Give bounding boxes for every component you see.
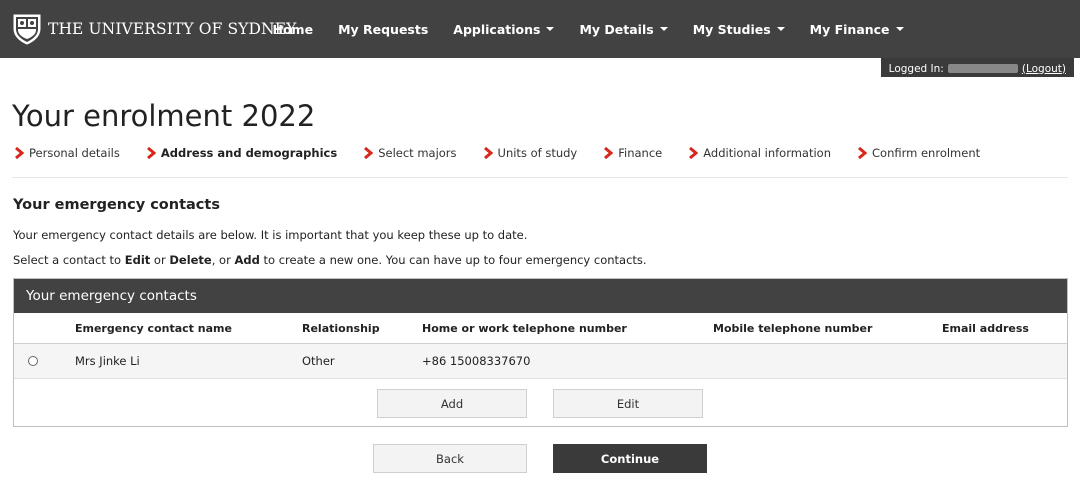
step-units-of-study[interactable]: Units of study: [483, 146, 578, 160]
chevron-down-icon: [546, 27, 555, 31]
contact-name: Mrs Jinke Li: [75, 354, 140, 368]
column-header-mobile: Mobile telephone number: [713, 322, 873, 335]
main-nav: Home My Requests Applications My Details…: [260, 0, 916, 58]
nav-my-requests-label: My Requests: [338, 21, 429, 37]
column-header-home-phone: Home or work telephone number: [422, 322, 627, 335]
nav-my-studies[interactable]: My Studies: [680, 22, 797, 37]
nav-home[interactable]: Home: [260, 22, 326, 37]
step-label: Address and demographics: [160, 146, 338, 160]
step-select-majors[interactable]: Select majors: [363, 146, 457, 160]
column-header-name: Emergency contact name: [75, 322, 232, 335]
column-header-relationship: Relationship: [302, 322, 380, 335]
logged-in-label: Logged In:: [888, 62, 944, 75]
chevron-down-icon: [895, 27, 904, 31]
step-arrow-icon: [146, 147, 156, 159]
step-label: Personal details: [29, 146, 120, 160]
step-arrow-icon: [364, 147, 374, 159]
instruction-text: or: [150, 253, 170, 267]
step-label: Select majors: [378, 146, 457, 160]
panel-heading: Your emergency contacts: [14, 279, 1067, 313]
step-label: Additional information: [703, 146, 831, 160]
nav-my-studies-label: My Studies: [692, 21, 771, 37]
nav-applications-label: Applications: [453, 21, 541, 37]
chevron-down-icon: [659, 27, 668, 31]
nav-my-details[interactable]: My Details: [567, 22, 680, 37]
step-arrow-icon: [858, 147, 867, 159]
edit-contact-button[interactable]: Edit: [553, 389, 703, 418]
table-header: Emergency contact name Relationship Home…: [14, 313, 1067, 344]
instruction-text: to create a new one. You can have up to …: [259, 253, 647, 267]
table-row[interactable]: Mrs Jinke Li Other +86 15008337670: [14, 344, 1067, 379]
university-logo[interactable]: THE UNIVERSITY OF SYDNEY: [12, 12, 296, 46]
step-label: Confirm enrolment: [872, 146, 981, 160]
nav-my-finance[interactable]: My Finance: [797, 22, 916, 37]
step-arrow-icon: [15, 147, 24, 159]
contact-relationship: Other: [302, 354, 335, 368]
contact-select-radio[interactable]: [28, 356, 38, 366]
nav-my-details-label: My Details: [579, 21, 654, 37]
step-confirm-enrolment[interactable]: Confirm enrolment: [857, 146, 980, 160]
top-navigation-bar: THE UNIVERSITY OF SYDNEY Home My Request…: [0, 0, 1080, 58]
step-label: Finance: [618, 146, 663, 160]
nav-my-finance-label: My Finance: [809, 21, 890, 37]
step-arrow-icon: [689, 147, 699, 159]
step-arrow-icon: [483, 147, 493, 159]
step-label: Units of study: [497, 146, 578, 160]
chevron-down-icon: [776, 27, 785, 31]
contact-home-phone: +86 15008337670: [422, 354, 531, 368]
instruction-edit: Edit: [124, 253, 151, 267]
back-button[interactable]: Back: [373, 444, 527, 473]
section-instruction: Select a contact to Edit or Delete, or A…: [13, 253, 647, 267]
nav-home-label: Home: [272, 21, 314, 37]
step-address-and-demographics[interactable]: Address and demographics: [146, 146, 337, 160]
instruction-text: Select a contact to: [13, 253, 125, 267]
page-title: Your enrolment 2022: [12, 99, 316, 133]
column-header-email: Email address: [942, 322, 1029, 335]
nav-applications[interactable]: Applications: [441, 22, 567, 37]
instruction-add: Add: [234, 253, 260, 267]
continue-button[interactable]: Continue: [553, 444, 707, 473]
step-finance[interactable]: Finance: [603, 146, 662, 160]
instruction-text: , or: [211, 253, 235, 267]
nav-my-requests[interactable]: My Requests: [326, 22, 441, 37]
add-contact-button[interactable]: Add: [377, 389, 527, 418]
login-status: Logged In: (Logout): [880, 58, 1074, 77]
enrolment-steps: Personal details Address and demographic…: [14, 144, 1006, 162]
emergency-contacts-panel: Your emergency contacts Emergency contac…: [13, 278, 1068, 427]
step-additional-information[interactable]: Additional information: [688, 146, 831, 160]
logout-link[interactable]: (Logout): [1022, 63, 1066, 75]
step-personal-details[interactable]: Personal details: [14, 146, 120, 160]
university-crest-icon: [13, 14, 41, 45]
redacted-username: [947, 64, 1018, 73]
section-description: Your emergency contact details are below…: [13, 228, 528, 242]
step-arrow-icon: [604, 147, 614, 159]
instruction-delete: Delete: [169, 253, 212, 267]
section-title: Your emergency contacts: [13, 197, 220, 213]
divider: [12, 177, 1068, 178]
